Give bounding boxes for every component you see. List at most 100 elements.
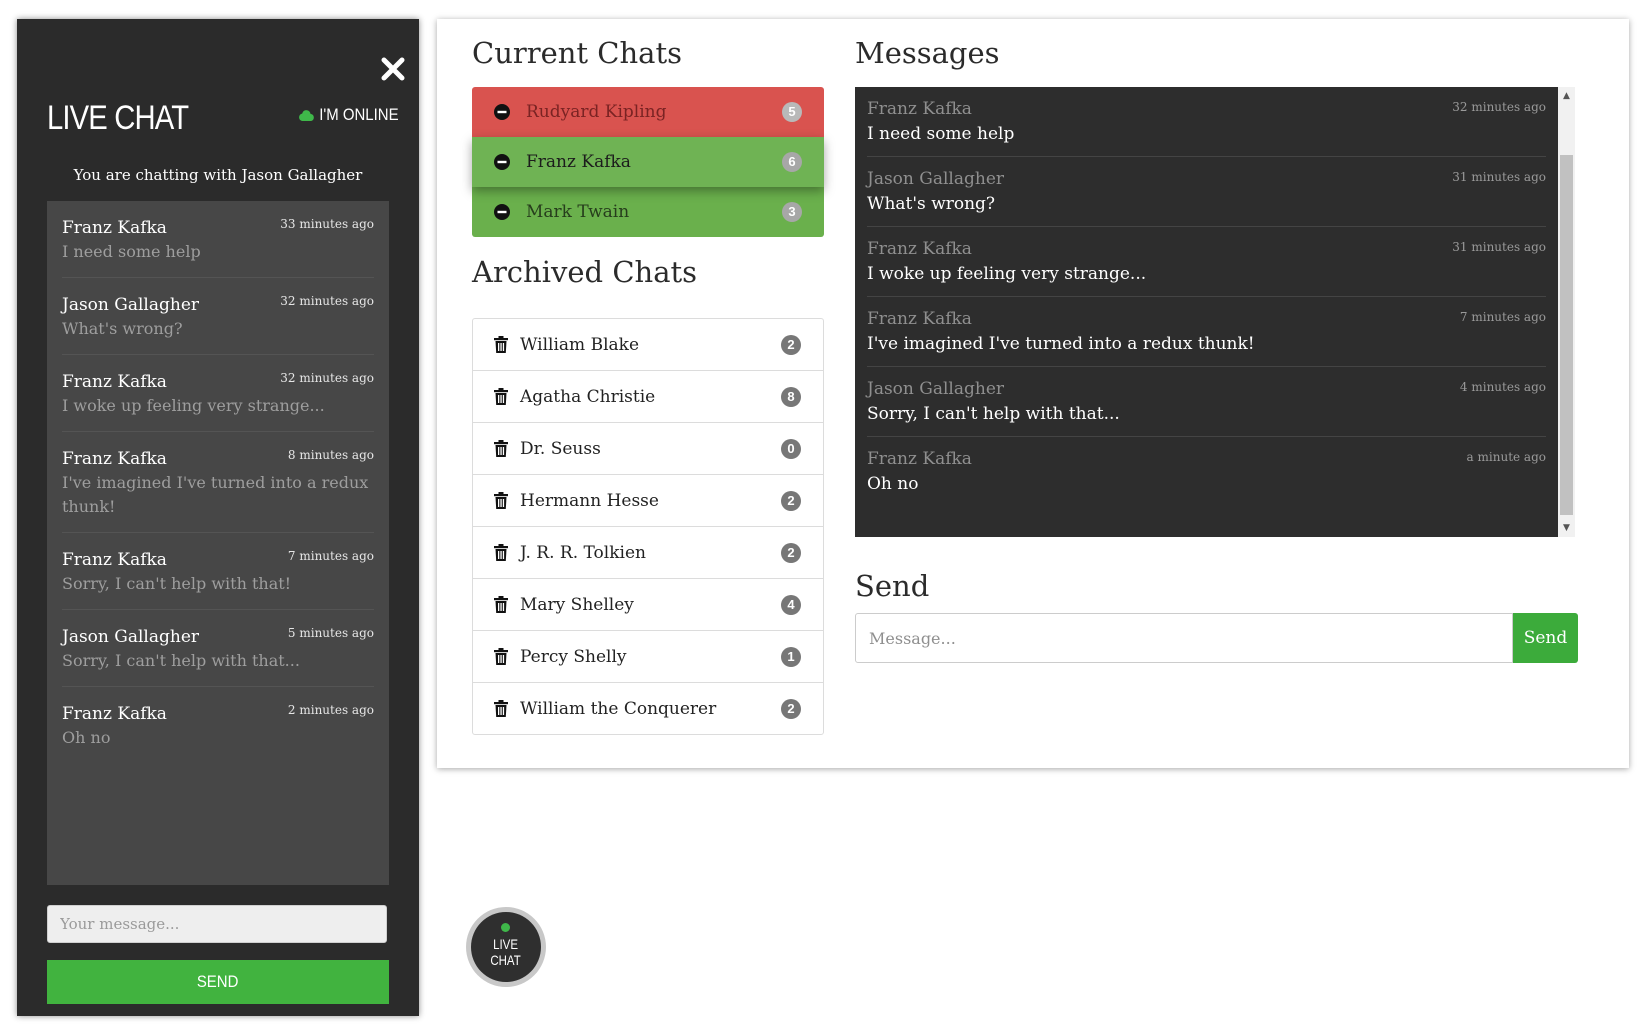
- widget-send-button[interactable]: SEND: [47, 960, 389, 1004]
- widget-send-label: SEND: [197, 972, 239, 991]
- message-input[interactable]: [855, 613, 1513, 663]
- trash-icon[interactable]: [494, 544, 508, 561]
- message-time: 5 minutes ago: [287, 626, 374, 640]
- message-count-badge: 2: [781, 490, 801, 511]
- archived-chat-name: J. R. R. Tolkien: [520, 542, 646, 563]
- widget-message: Franz Kafka 2 minutes ago Oh no: [62, 687, 374, 763]
- trash-icon[interactable]: [494, 596, 508, 613]
- widget-message-list[interactable]: Franz Kafka 33 minutes ago I need some hel…: [47, 201, 389, 885]
- message-text: Oh no: [867, 474, 919, 494]
- trash-icon[interactable]: [494, 648, 508, 665]
- launcher-label: LIVE CHAT: [491, 936, 521, 968]
- message-text: What's wrong?: [62, 319, 183, 338]
- messages-heading: Messages: [855, 36, 1000, 70]
- message-text: I need some help: [867, 124, 1015, 144]
- current-chats-heading: Current Chats: [472, 36, 682, 70]
- message-text: I woke up feeling very strange...: [867, 264, 1147, 284]
- archived-chat-name: Hermann Hesse: [520, 490, 659, 511]
- message-count-badge: 1: [781, 646, 801, 667]
- chatting-with-text: You are chatting with Jason Gallagher: [73, 166, 363, 184]
- message-count-badge: 2: [781, 542, 801, 563]
- current-chat-name: Mark Twain: [526, 202, 630, 222]
- unread-count-badge: 6: [782, 152, 802, 172]
- archived-chat-name: William Blake: [520, 334, 640, 355]
- unread-count-badge: 3: [782, 202, 802, 222]
- cloud-icon: [299, 110, 314, 121]
- message-count-badge: 4: [781, 594, 801, 615]
- scroll-up-icon[interactable]: ▲: [1558, 89, 1575, 103]
- trash-icon[interactable]: [494, 336, 508, 353]
- widget-title: LIVE CHAT: [47, 99, 189, 137]
- message-time: 8 minutes ago: [287, 448, 374, 462]
- widget-message: Jason Gallagher 32 minutes ago What's wron…: [62, 278, 374, 355]
- archived-chat-item[interactable]: Mary Shelley 4: [473, 579, 823, 631]
- chat-message: Franz Kafka 32 minutes ago I need some hel…: [867, 87, 1546, 157]
- messages-scrollbar[interactable]: ▲ ▼: [1558, 87, 1575, 537]
- current-chats-list: Rudyard Kipling 5 Franz Kafka 6 Mark Twain 3: [472, 87, 824, 237]
- archived-chat-item[interactable]: Agatha Christie 8: [473, 371, 823, 423]
- archived-chat-name: Dr. Seuss: [520, 438, 601, 459]
- scrollbar-thumb[interactable]: [1560, 155, 1573, 515]
- message-text: Sorry, I can't help with that!: [62, 574, 292, 593]
- message-time: 33 minutes ago: [280, 217, 374, 231]
- online-status-label: I'M ONLINE: [319, 105, 399, 124]
- message-text: Sorry, I can't help with that...: [867, 404, 1120, 424]
- message-author: Jason Gallagher: [867, 379, 1005, 399]
- archived-chat-item[interactable]: William Blake 2: [473, 319, 823, 371]
- message-time: 32 minutes ago: [280, 371, 374, 385]
- message-time: 4 minutes ago: [1459, 380, 1546, 394]
- archived-chat-item[interactable]: Percy Shelly 1: [473, 631, 823, 683]
- widget-message: Franz Kafka 8 minutes ago I've imagined I'…: [62, 432, 374, 533]
- archived-chat-item[interactable]: William the Conquerer 2: [473, 683, 823, 734]
- widget-message: Jason Gallagher 5 minutes ago Sorry, I can…: [62, 610, 374, 687]
- archived-chat-item[interactable]: Dr. Seuss 0: [473, 423, 823, 475]
- trash-icon[interactable]: [494, 440, 508, 457]
- message-text: I need some help: [62, 242, 201, 261]
- widget-message: Franz Kafka 32 minutes ago I woke up feeli…: [62, 355, 374, 432]
- chat-message: Jason Gallagher 4 minutes ago Sorry, I can…: [867, 367, 1546, 437]
- current-chat-item[interactable]: Franz Kafka 6: [472, 137, 824, 187]
- messages-panel[interactable]: Franz Kafka 32 minutes ago I need some hel…: [855, 87, 1575, 537]
- message-text: I've imagined I've turned into a redux t…: [62, 473, 369, 516]
- message-count-badge: 0: [781, 438, 801, 459]
- unread-count-badge: 5: [782, 102, 802, 122]
- trash-icon[interactable]: [494, 492, 508, 509]
- archived-chat-item[interactable]: Hermann Hesse 2: [473, 475, 823, 527]
- message-author: Jason Gallagher: [867, 169, 1005, 189]
- archived-chat-item[interactable]: J. R. R. Tolkien 2: [473, 527, 823, 579]
- online-dot-icon: [501, 923, 510, 932]
- current-chat-name: Rudyard Kipling: [526, 102, 667, 122]
- archived-chats-list: William Blake 2 Agatha Christie 8 Dr. Seuss 0…: [472, 318, 824, 735]
- launcher-label-line2: CHAT: [490, 952, 522, 968]
- message-time: 7 minutes ago: [1459, 310, 1546, 324]
- live-chat-launcher-button[interactable]: LIVE CHAT: [466, 907, 546, 987]
- archived-chat-name: William the Conquerer: [520, 698, 717, 719]
- widget-message: Franz Kafka 33 minutes ago I need some hel…: [62, 201, 374, 278]
- minus-circle-icon[interactable]: [493, 203, 511, 221]
- message-text: I woke up feeling very strange...: [62, 396, 325, 415]
- live-chat-launcher-inner: LIVE CHAT: [471, 912, 541, 982]
- archived-chat-name: Agatha Christie: [520, 386, 656, 407]
- trash-icon[interactable]: [494, 388, 508, 405]
- message-time: 31 minutes ago: [1452, 240, 1546, 254]
- send-button[interactable]: Send: [1513, 613, 1578, 663]
- message-count-badge: 2: [781, 334, 801, 355]
- minus-circle-icon[interactable]: [493, 103, 511, 121]
- archived-chat-name: Percy Shelly: [520, 646, 627, 667]
- widget-message: Franz Kafka 7 minutes ago Sorry, I can't h…: [62, 533, 374, 610]
- send-heading: Send: [855, 569, 930, 603]
- message-author: Franz Kafka: [867, 239, 972, 259]
- message-author: Franz Kafka: [867, 449, 972, 469]
- current-chat-item[interactable]: Rudyard Kipling 5: [472, 87, 824, 137]
- close-icon[interactable]: [379, 55, 407, 83]
- message-time: 32 minutes ago: [280, 294, 374, 308]
- archived-chats-heading: Archived Chats: [472, 255, 698, 289]
- scroll-down-icon[interactable]: ▼: [1558, 521, 1575, 535]
- minus-circle-icon[interactable]: [493, 153, 511, 171]
- chat-message: Franz Kafka 31 minutes ago I woke up feeli…: [867, 227, 1546, 297]
- message-author: Franz Kafka: [867, 309, 972, 329]
- widget-message-input[interactable]: [47, 905, 387, 943]
- message-time: 32 minutes ago: [1452, 100, 1546, 114]
- current-chat-item[interactable]: Mark Twain 3: [472, 187, 824, 237]
- trash-icon[interactable]: [494, 700, 508, 717]
